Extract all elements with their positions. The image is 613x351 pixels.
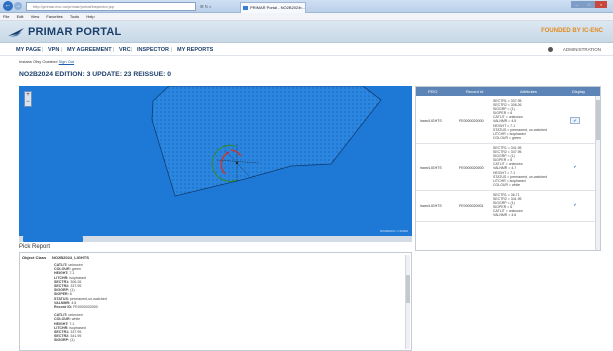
address-bar[interactable]: http://primar.ecc.no/primar/portal/inspe… [26, 2, 196, 11]
nav-separator: | [42, 47, 44, 53]
close-window-icon[interactable]: × [595, 1, 607, 8]
nav-my-agreement[interactable]: MY AGREEMENT [67, 47, 112, 53]
attribute-line: COLOUR = white [493, 182, 521, 187]
user-name: Instans Ofsy Oostend [19, 59, 58, 64]
attributes-cell: SECTR1 = 36.71 SECTR2 = 341.95 SIGGRP = (1… [493, 193, 523, 218]
column-header-display[interactable]: Display [572, 89, 585, 94]
attributes-cell: SECTR1 = 337.95 SECTR2 = 306.26 SIGGRP = (… [493, 99, 547, 140]
tab-close-icon[interactable]: × [300, 3, 302, 13]
pick-report-attributes: CATLIT: unknown COLOUR: green HEIGHT: 7.1 L… [54, 263, 107, 343]
map-scale-label: NO2B2024 / 1:22000 [379, 229, 408, 233]
map-scrollbar[interactable] [19, 236, 412, 242]
table-scrollbar[interactable] [595, 96, 600, 250]
nav-vrc[interactable]: VRC [119, 47, 131, 53]
display-check-icon[interactable]: ✔ [570, 116, 580, 124]
portal-header: PRIMAR PORTAL FOUNDED BY IC-ENC [0, 21, 613, 43]
attribute-key: SIGGRP: [54, 338, 71, 343]
nav-administration[interactable]: ADMINISTRATION [563, 47, 601, 52]
browser-menubar: File Edit View Favorites Tools Help [0, 13, 613, 21]
window-controls: – □ × [571, 1, 609, 8]
record-id-cell: FE0000020001 [459, 204, 484, 209]
attribute-line: VALNMR = 4.6 [493, 213, 517, 218]
maximize-icon[interactable]: □ [583, 1, 595, 8]
attribute-line: COLOUR = green [493, 135, 521, 140]
table-row[interactable]: lnam/LIGHTS FE0000020000 SECTR1 = 337.95 SE… [416, 97, 596, 144]
attribute-value: FE0000020000 [73, 305, 98, 310]
display-check-icon[interactable]: ✔ [570, 202, 580, 209]
sign-out-link[interactable]: Sign Out [59, 59, 75, 64]
pick-report-scrollbar[interactable] [405, 255, 410, 349]
menu-help[interactable]: Help [86, 14, 94, 19]
zoom-out-icon[interactable]: − [25, 99, 31, 106]
nav-my-reports[interactable]: MY REPORTS [177, 47, 213, 53]
feature-type-cell: lnam/LIGHTS [420, 118, 442, 123]
attribute-key: Record ID: [54, 305, 74, 310]
menu-favorites[interactable]: Favorites [46, 14, 62, 19]
map-zoom-control: + − [24, 91, 32, 107]
page-favicon-icon [243, 6, 248, 10]
column-header-feio[interactable]: FEIO [428, 89, 437, 94]
browser-titlebar: ← → http://primar.ecc.no/primar/portal/i… [0, 0, 613, 13]
portal-logo-text[interactable]: PRIMAR PORTAL [28, 26, 121, 38]
minimize-icon[interactable]: – [571, 1, 583, 8]
record-id-cell: FE0000020000 [459, 165, 484, 170]
scroll-thumb[interactable] [596, 100, 600, 140]
main-nav: MY PAGE | VPN | MY AGREEMENT | VRC | INS… [0, 44, 613, 56]
address-tools[interactable]: ☰ ↻ × [200, 2, 238, 11]
feature-type-cell: lnam/LIGHTS [420, 165, 442, 170]
pick-report-label: Pick Report [19, 244, 51, 250]
brand-tagline: FOUNDED BY IC-ENC [541, 28, 603, 34]
pick-report-panel: Object Class NO2B2024_LIGHTS CATLIT: unk… [19, 252, 412, 351]
chart-map[interactable]: + − NO2B2024 / 1:22000 [19, 86, 412, 236]
map-scroll-handle[interactable] [23, 236, 83, 242]
nav-separator: | [131, 47, 133, 53]
menu-file[interactable]: File [3, 14, 9, 19]
attributes-cell: SECTR1 = 341.95 SECTR2 = 337.95 SIGGRP = (… [493, 146, 547, 187]
primar-logo-icon [8, 28, 24, 37]
map-canvas[interactable] [19, 86, 412, 236]
browser-tab[interactable]: PRIMAR Portal - NO2B2024 ... × [240, 2, 306, 13]
column-header-attributes[interactable]: Attributes [520, 89, 537, 94]
admin-gear-icon[interactable] [548, 47, 553, 52]
record-id-cell: FE0000020000 [459, 118, 484, 123]
display-check-icon[interactable]: ✔ [570, 164, 580, 171]
scroll-thumb[interactable] [406, 275, 410, 303]
menu-edit[interactable]: Edit [17, 14, 24, 19]
table-row[interactable]: lnam/LIGHTS FE0000020001 SECTR1 = 36.71 SEC… [416, 191, 596, 222]
depth-area-polygon[interactable] [151, 86, 382, 197]
nav-inspector[interactable]: INSPECTOR [137, 47, 169, 53]
nav-separator: | [113, 47, 115, 53]
table-header: FEIO Record Id Attributes Display [416, 87, 600, 96]
attribute-value: (1) [70, 338, 75, 343]
menu-tools[interactable]: Tools [70, 14, 79, 19]
column-header-record-id[interactable]: Record Id [466, 89, 483, 94]
page-title: NO2B2024 EDITION: 3 UPDATE: 23 REISSUE: … [19, 71, 172, 78]
tab-title: PRIMAR Portal - NO2B2024 ... [250, 5, 305, 10]
object-class-value: NO2B2024_LIGHTS [52, 255, 89, 260]
nav-separator: | [171, 47, 173, 53]
object-class-key: Object Class [22, 255, 47, 260]
feature-table: FEIO Record Id Attributes Display lnam/L… [415, 86, 601, 251]
zoom-in-icon[interactable]: + [25, 92, 31, 99]
feature-type-cell: lnam/LIGHTS [420, 204, 442, 209]
nav-vpn[interactable]: VPN [48, 47, 59, 53]
menu-view[interactable]: View [31, 14, 40, 19]
nav-my-page[interactable]: MY PAGE [16, 47, 41, 53]
user-line: Instans Ofsy Oostend Sign Out [19, 59, 74, 64]
nav-separator: | [61, 47, 63, 53]
table-row[interactable]: lnam/LIGHTS FE0000020000 SECTR1 = 341.95 SE… [416, 144, 596, 191]
pick-attribute-row: SIGGRP: (1) [54, 338, 107, 342]
forward-arrow-icon[interactable]: → [14, 2, 22, 10]
back-arrow-icon[interactable]: ← [3, 1, 13, 11]
